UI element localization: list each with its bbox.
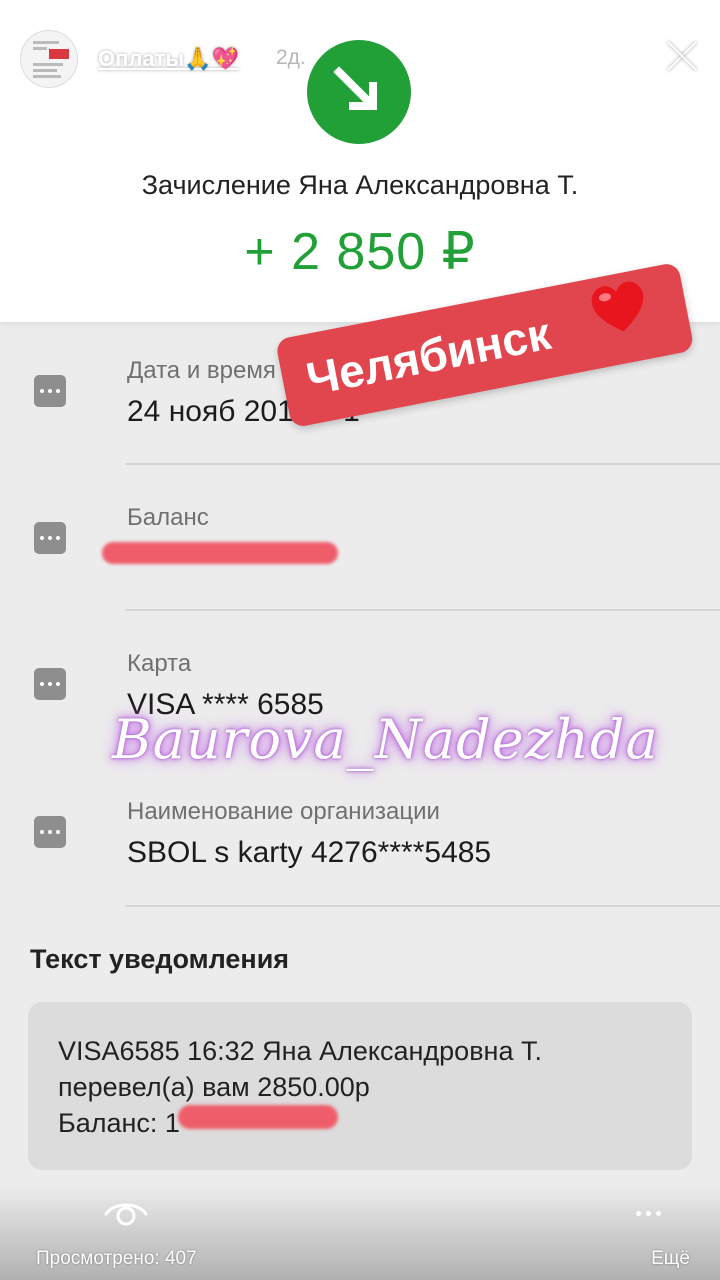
notification-title: Текст уведомления (30, 944, 290, 974)
divider (125, 905, 720, 907)
progress-segment (8, 12, 180, 15)
detail-label: Карта (127, 650, 192, 677)
progress-segment (185, 12, 357, 15)
row-menu-icon[interactable] (34, 522, 66, 554)
operation-title: Зачисление Яна Александровна Т. (141, 170, 579, 200)
row-menu-icon[interactable] (34, 668, 66, 700)
story-header: Оплаты🙏💖 2д. (20, 30, 700, 88)
detail-row-balance: Баланс (0, 502, 720, 612)
operation-amount: + 2 850 ₽ (244, 223, 476, 281)
notification-line: перевел(а) вам 2850.00р (58, 1072, 370, 1102)
heart-icon (591, 281, 644, 332)
divider (125, 609, 720, 611)
detail-row-organization: Наименование организации SBOL s karty 42… (0, 796, 720, 906)
progress-segment (363, 12, 535, 15)
more-dots-icon[interactable] (636, 1203, 662, 1223)
story-time: 2д. (276, 46, 306, 69)
detail-label: Наименование организации (127, 798, 440, 825)
close-icon[interactable] (664, 38, 700, 74)
avatar[interactable] (20, 30, 78, 88)
story-title[interactable]: Оплаты🙏💖 (98, 46, 239, 72)
redaction-scribble (102, 542, 338, 564)
row-menu-icon[interactable] (34, 816, 66, 848)
detail-label: Баланс (127, 504, 209, 531)
progress-segment (540, 12, 712, 15)
views-count[interactable]: Просмотрено: 407 (36, 1248, 197, 1270)
watermark-signature: Baurova_Nadezhda (112, 708, 659, 771)
story-progress (8, 12, 712, 16)
detail-value: SBOL s karty 4276****5485 (127, 836, 492, 869)
notification-line: VISA6585 16:32 Яна Александровна Т. (58, 1036, 542, 1066)
row-menu-icon[interactable] (34, 375, 66, 407)
redaction-scribble (178, 1105, 338, 1129)
eye-icon[interactable] (104, 1198, 148, 1230)
notification-box: VISA6585 16:32 Яна Александровна Т. пере… (28, 1002, 692, 1170)
more-button[interactable]: Ещё (651, 1248, 690, 1270)
notification-line: Баланс: 1 (58, 1108, 180, 1138)
divider (125, 463, 720, 465)
